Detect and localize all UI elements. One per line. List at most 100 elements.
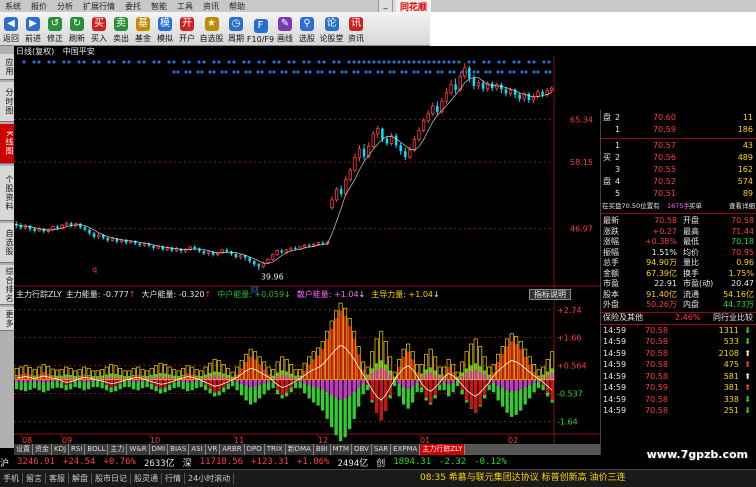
view-detail-link[interactable]: 查看详细 — [729, 201, 755, 211]
kline-chart[interactable]: 65.34 58.15 46.97 39.96 财 q +2.74 +1.66 +0.564 -0… — [14, 46, 600, 444]
cy-label: 创 — [376, 458, 386, 469]
indicator-tab[interactable]: OBV — [351, 444, 372, 455]
toolbar-button-simulate[interactable]: 模模拟 — [154, 12, 176, 46]
menu-item[interactable]: 智能 — [146, 1, 172, 12]
side-tab[interactable]: 自选股 — [0, 223, 14, 263]
signal-diamond — [392, 70, 396, 74]
side-tab[interactable]: 综合排名 — [0, 265, 14, 305]
quote-row: 保险及其他 2.46% 同行业比较 — [601, 313, 756, 323]
indicator-tick-label: -1.64 — [557, 418, 578, 427]
candle-body — [257, 264, 261, 267]
bottom-tool-button[interactable]: 股灵通 — [131, 473, 162, 484]
indicator-tab[interactable]: 主力 — [108, 444, 128, 455]
quote-row: 1 70.57 43 — [601, 141, 756, 151]
menu-item[interactable]: 帮助 — [224, 1, 250, 12]
indicator-tab[interactable]: KDJ — [52, 444, 70, 455]
indicator-tab[interactable]: 主力行踪ZLY — [420, 444, 466, 455]
menu-item[interactable]: 委托 — [120, 1, 146, 12]
side-tab[interactable]: 个股资料 — [0, 166, 14, 221]
side-tab[interactable]: 分时图 — [0, 82, 14, 122]
chart-canvas[interactable]: 65.3458.1546.9739.96财q+2.74+1.66+0.564-0… — [14, 46, 600, 444]
news-ticker[interactable]: 08:35 希慕与联元集团达协议 标普创新高 油价三连 — [420, 469, 626, 487]
toolbar-button-account[interactable]: 开开户 — [176, 12, 198, 46]
indicator-tab[interactable]: RSI — [69, 444, 86, 455]
toolbar-button-chat[interactable]: 论论股堂 — [318, 12, 345, 46]
sz-index: 11718.56 — [199, 457, 244, 467]
signal-diamond — [217, 60, 221, 64]
toolbar-button-buy[interactable]: 买买入 — [88, 12, 110, 46]
candle-body — [206, 251, 211, 254]
menu-item[interactable]: 报价 — [26, 1, 52, 12]
indicator-tab[interactable]: ARBR — [220, 444, 245, 455]
menu-item[interactable]: 系统 — [0, 1, 26, 12]
signal-diamond — [167, 60, 171, 64]
indicator-value: 中户能量: +0.059↓ — [217, 290, 291, 299]
signal-diamond — [440, 70, 444, 74]
pending-order-qty: 1675手 — [667, 202, 691, 210]
indicator-tab[interactable]: DPO — [244, 444, 265, 455]
signal-diamond — [224, 70, 228, 74]
peer-compare-tab[interactable]: 同行业比较 — [713, 313, 753, 323]
toolbar-button-back[interactable]: ◀ 返回 — [0, 12, 22, 46]
period-label[interactable]: 日线(复权) — [16, 47, 54, 56]
indicator-tab[interactable]: ASI — [189, 444, 206, 455]
indicator-tab[interactable]: BOLL — [85, 444, 109, 455]
signal-diamond — [200, 70, 204, 74]
signal-diamond — [137, 60, 141, 64]
toolbar-button-refresh[interactable]: ↺ 修正 — [44, 12, 66, 46]
toolbar-button-fund[interactable]: 基基金 — [132, 12, 154, 46]
quote-row: 振幅 1.51% 均价 70.95 — [601, 248, 756, 258]
signal-diamond — [67, 60, 71, 64]
menu-item[interactable]: 工具 — [172, 1, 198, 12]
candle-body — [362, 148, 366, 157]
menu-item[interactable]: 分析 — [52, 1, 78, 12]
menu-item[interactable]: 扩展行情 — [78, 1, 120, 12]
indicator-tab[interactable]: W&R — [127, 444, 150, 455]
minimize-icon[interactable]: _ — [378, 0, 392, 12]
sh-index: 3246.91 — [17, 457, 55, 467]
indicator-tab[interactable]: TRIX — [264, 444, 286, 455]
indicator-value-text: 大户能量: -0.320 — [141, 290, 205, 299]
indicator-tab[interactable]: 新DMA — [285, 444, 314, 455]
bottom-tool-button[interactable]: 行情 — [162, 473, 185, 484]
buy-icon: 买 — [92, 17, 106, 31]
indicator-tab[interactable]: BBI — [313, 444, 331, 455]
bottom-tool-button[interactable]: 留言 — [23, 473, 46, 484]
ask-price: 70.60 — [653, 113, 676, 122]
side-tab[interactable]: K线图 — [0, 124, 14, 164]
indicator-tab[interactable]: BIAS — [168, 444, 190, 455]
indicator-tab[interactable]: SAR — [371, 444, 392, 455]
toolbar-button-star[interactable]: ★ 自选股 — [198, 12, 225, 46]
indicator-tick-label: +2.74 — [557, 306, 582, 315]
indicator-help-button[interactable]: 指标说明 — [529, 289, 571, 300]
toolbar-button-forward[interactable]: ▶ 前进 — [22, 12, 44, 46]
cycle-icon: ◷ — [229, 17, 243, 31]
indicator-tab[interactable]: VR — [205, 444, 221, 455]
stat-value: 1.51% — [651, 247, 677, 257]
toolbar-button-f10[interactable]: F F10/F9 — [247, 12, 274, 46]
indicator-tab[interactable]: 资金 — [33, 444, 52, 455]
toolbar-button-cycle[interactable]: ◷ 周期 — [225, 12, 247, 46]
toolbar-button-filter[interactable]: ⚲ 选股 — [296, 12, 318, 46]
side-tab[interactable]: 更多 — [0, 307, 14, 331]
toolbar-button-news[interactable]: 讯资讯 — [345, 12, 367, 46]
bottom-tool-button[interactable]: 24小时滚动 — [185, 473, 235, 484]
indicator-tab[interactable]: 设置 — [14, 444, 33, 455]
stat-value: 44.73万 — [723, 300, 754, 309]
signal-diamond — [227, 60, 231, 64]
side-tab[interactable]: 应用 — [0, 54, 14, 80]
bottom-tool-button[interactable]: 股市日记 — [92, 473, 131, 484]
menu-item[interactable]: 资讯 — [198, 1, 224, 12]
signal-diamond — [388, 70, 392, 74]
indicator-tab[interactable]: DMI — [149, 444, 169, 455]
toolbar-button-pencil[interactable]: ✎ 画线 — [274, 12, 296, 46]
toolbar-button-reload[interactable]: ↻ 刷新 — [66, 12, 88, 46]
bottom-tool-button[interactable]: 客服 — [46, 473, 69, 484]
toolbar-button-sell[interactable]: 卖卖出 — [110, 12, 132, 46]
bottom-tool-button[interactable]: 手机 — [0, 473, 23, 484]
indicator-tab[interactable]: MTM — [330, 444, 352, 455]
sector-tab[interactable]: 保险及其他 — [603, 313, 643, 323]
indicator-arrow: ↓ — [358, 290, 366, 299]
bottom-tool-button[interactable]: 解盘 — [69, 473, 92, 484]
indicator-tab[interactable]: EXPMA — [391, 444, 421, 455]
